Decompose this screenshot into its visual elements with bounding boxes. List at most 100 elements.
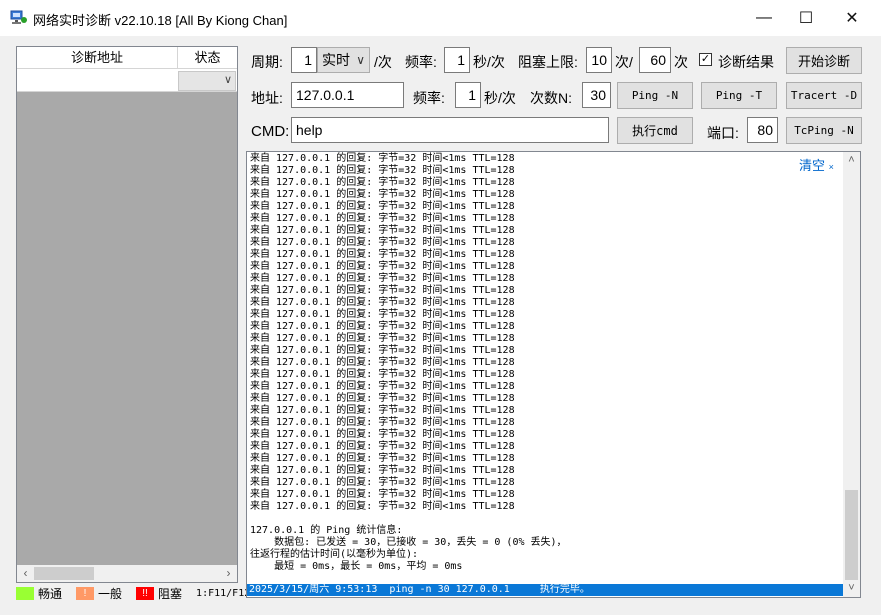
reply-line: 来自 127.0.0.1 的回复: 字节=32 时间<1ms TTL=128 (250, 393, 515, 404)
reply-line: 来自 127.0.0.1 的回复: 字节=32 时间<1ms TTL=128 (250, 201, 515, 212)
address-list-header: 诊断地址 状态 (17, 47, 237, 69)
reply-line: 来自 127.0.0.1 的回复: 字节=32 时间<1ms TTL=128 (250, 369, 515, 380)
address-list-panel[interactable]: 诊断地址 状态 ∨ ‹ › (16, 46, 238, 583)
reply-line: 来自 127.0.0.1 的回复: 字节=32 时间<1ms TTL=128 (250, 441, 515, 452)
clear-label: 清空 (799, 158, 826, 173)
shortcut-hint: 1:F11/F12 (196, 587, 251, 599)
reply-line: 来自 127.0.0.1 的回复: 字节=32 时间<1ms TTL=128 (250, 153, 515, 164)
reply-line: 来自 127.0.0.1 的回复: 字节=32 时间<1ms TTL=128 (250, 333, 515, 344)
warn-swatch: ! (76, 586, 95, 600)
reply-line: 来自 127.0.0.1 的回复: 字节=32 时间<1ms TTL=128 (250, 477, 515, 488)
horizontal-scrollbar[interactable]: ‹ › (17, 565, 237, 582)
frequency-input[interactable]: 1 (444, 47, 470, 73)
reply-line: 来自 127.0.0.1 的回复: 字节=32 时间<1ms TTL=128 (250, 405, 515, 416)
scroll-down-icon[interactable]: ˅ (843, 580, 860, 597)
scroll-right-icon[interactable]: › (220, 565, 237, 582)
reply-line: 来自 127.0.0.1 的回复: 字节=32 时间<1ms TTL=128 (250, 285, 515, 296)
stats-line: 127.0.0.1 的 Ping 统计信息: (250, 525, 403, 536)
reply-line: 来自 127.0.0.1 的回复: 字节=32 时间<1ms TTL=128 (250, 273, 515, 284)
scrollbar-thumb[interactable] (34, 567, 94, 580)
diag-result-checkbox[interactable]: ✓ (699, 53, 712, 66)
reply-line: 来自 127.0.0.1 的回复: 字节=32 时间<1ms TTL=128 (250, 321, 515, 332)
period-suffix: /次 (374, 54, 392, 70)
stats-line: 最短 = 0ms，最长 = 0ms，平均 = 0ms (250, 561, 463, 572)
period-unit-value: 实时 (322, 52, 350, 68)
reply-line: 来自 127.0.0.1 的回复: 字节=32 时间<1ms TTL=128 (250, 501, 515, 512)
count-input[interactable]: 30 (582, 82, 611, 108)
clear-output-link[interactable]: 清空 × (799, 155, 834, 174)
reply-line: 来自 127.0.0.1 的回复: 字节=32 时间<1ms TTL=128 (250, 213, 515, 224)
reply-line: 来自 127.0.0.1 的回复: 字节=32 时间<1ms TTL=128 (250, 297, 515, 308)
execute-cmd-button[interactable]: 执行cmd (617, 117, 693, 144)
reply-line: 来自 127.0.0.1 的回复: 字节=32 时间<1ms TTL=128 (250, 465, 515, 476)
scroll-left-icon[interactable]: ‹ (17, 565, 34, 582)
port-label: 端口: (707, 125, 739, 141)
status-line: 2025/3/15/周六 9:53:13 ping -n 30 127.0.0.… (247, 584, 843, 596)
frequency-suffix-2: 秒/次 (484, 90, 516, 106)
column-header-status[interactable]: 状态 (178, 47, 237, 69)
reply-line: 来自 127.0.0.1 的回复: 字节=32 时间<1ms TTL=128 (250, 453, 515, 464)
count-label: 次数N: (530, 90, 572, 106)
stats-line: 往返行程的估计时间(以毫秒为单位): (250, 549, 419, 560)
address-label: 地址: (251, 90, 283, 106)
frequency-label-2: 频率: (413, 90, 445, 106)
reply-line: 来自 127.0.0.1 的回复: 字节=32 时间<1ms TTL=128 (250, 489, 515, 500)
output-console[interactable]: 来自 127.0.0.1 的回复: 字节=32 时间<1ms TTL=128 来自… (246, 151, 861, 598)
frequency-suffix: 秒/次 (473, 54, 505, 70)
output-text: 来自 127.0.0.1 的回复: 字节=32 时间<1ms TTL=128 来自… (250, 153, 567, 573)
ping-n-button[interactable]: Ping -N (617, 82, 693, 109)
chevron-down-icon: ∨ (223, 74, 232, 86)
minimize-button[interactable]: — (741, 0, 787, 36)
close-button[interactable]: ✕ (829, 0, 875, 36)
reply-line: 来自 127.0.0.1 的回复: 字节=32 时间<1ms TTL=128 (250, 357, 515, 368)
reply-line: 来自 127.0.0.1 的回复: 字节=32 时间<1ms TTL=128 (250, 165, 515, 176)
reply-line: 来自 127.0.0.1 的回复: 字节=32 时间<1ms TTL=128 (250, 177, 515, 188)
port-input[interactable]: 80 (747, 117, 778, 143)
address-list-new-row[interactable]: ∨ (17, 69, 237, 92)
tracert-button[interactable]: Tracert -D (786, 82, 862, 109)
reply-line: 来自 127.0.0.1 的回复: 字节=32 时间<1ms TTL=128 (250, 429, 515, 440)
block-limit-mid: 次/ (615, 54, 633, 70)
legend-block-label: 阻塞 (158, 586, 183, 601)
scroll-up-icon[interactable]: ˄ (843, 152, 860, 169)
status-dropdown[interactable]: ∨ (178, 71, 236, 91)
reply-line: 来自 127.0.0.1 的回复: 字节=32 时间<1ms TTL=128 (250, 225, 515, 236)
reply-line: 来自 127.0.0.1 的回复: 字节=32 时间<1ms TTL=128 (250, 189, 515, 200)
block-limit-input-1[interactable]: 10 (586, 47, 612, 73)
column-header-address[interactable]: 诊断地址 (17, 47, 178, 69)
block-limit-label: 阻塞上限: (518, 54, 578, 70)
legend-warn-label: 一般 (98, 586, 123, 601)
tcping-button[interactable]: TcPing -N (786, 117, 862, 144)
cmd-input[interactable]: help (291, 117, 609, 143)
ok-swatch (16, 586, 34, 600)
period-unit-select[interactable]: 实时 ∨ (317, 47, 370, 73)
frequency-input-2[interactable]: 1 (455, 82, 481, 108)
block-limit-suffix: 次 (674, 54, 688, 70)
reply-line: 来自 127.0.0.1 的回复: 字节=32 时间<1ms TTL=128 (250, 381, 515, 392)
reply-line: 来自 127.0.0.1 的回复: 字节=32 时间<1ms TTL=128 (250, 237, 515, 248)
reply-line: 来自 127.0.0.1 的回复: 字节=32 时间<1ms TTL=128 (250, 309, 515, 320)
block-limit-input-2[interactable]: 60 (639, 47, 671, 73)
maximize-button[interactable]: ☐ (783, 0, 829, 36)
reply-line: 来自 127.0.0.1 的回复: 字节=32 时间<1ms TTL=128 (250, 249, 515, 260)
vertical-scrollbar[interactable]: ˄ ˅ (843, 152, 860, 597)
block-swatch: !! (136, 586, 155, 600)
diag-result-label[interactable]: 诊断结果 (718, 52, 774, 72)
close-icon: × (828, 162, 834, 172)
cmd-label: CMD: (251, 123, 290, 140)
title-bar: 网络实时诊断 v22.10.18 [All By Kiong Chan] — ☐… (0, 0, 881, 36)
chevron-down-icon: ∨ (356, 53, 365, 67)
ping-t-button[interactable]: Ping -T (701, 82, 777, 109)
period-input[interactable]: 1 (291, 47, 317, 73)
scrollbar-thumb[interactable] (845, 490, 858, 580)
reply-line: 来自 127.0.0.1 的回复: 字节=32 时间<1ms TTL=128 (250, 345, 515, 356)
legend-ok-label: 畅通 (38, 586, 63, 601)
window-title: 网络实时诊断 v22.10.18 [All By Kiong Chan] (33, 13, 288, 28)
status-legend: 畅通 ! 一般 !! 阻塞 1:F11/F12 (16, 585, 250, 601)
address-input[interactable]: 127.0.0.1 (291, 82, 404, 108)
reply-line: 来自 127.0.0.1 的回复: 字节=32 时间<1ms TTL=128 (250, 261, 515, 272)
reply-line: 来自 127.0.0.1 的回复: 字节=32 时间<1ms TTL=128 (250, 417, 515, 428)
start-diagnosis-button[interactable]: 开始诊断 (786, 47, 862, 74)
period-label: 周期: (251, 54, 283, 70)
